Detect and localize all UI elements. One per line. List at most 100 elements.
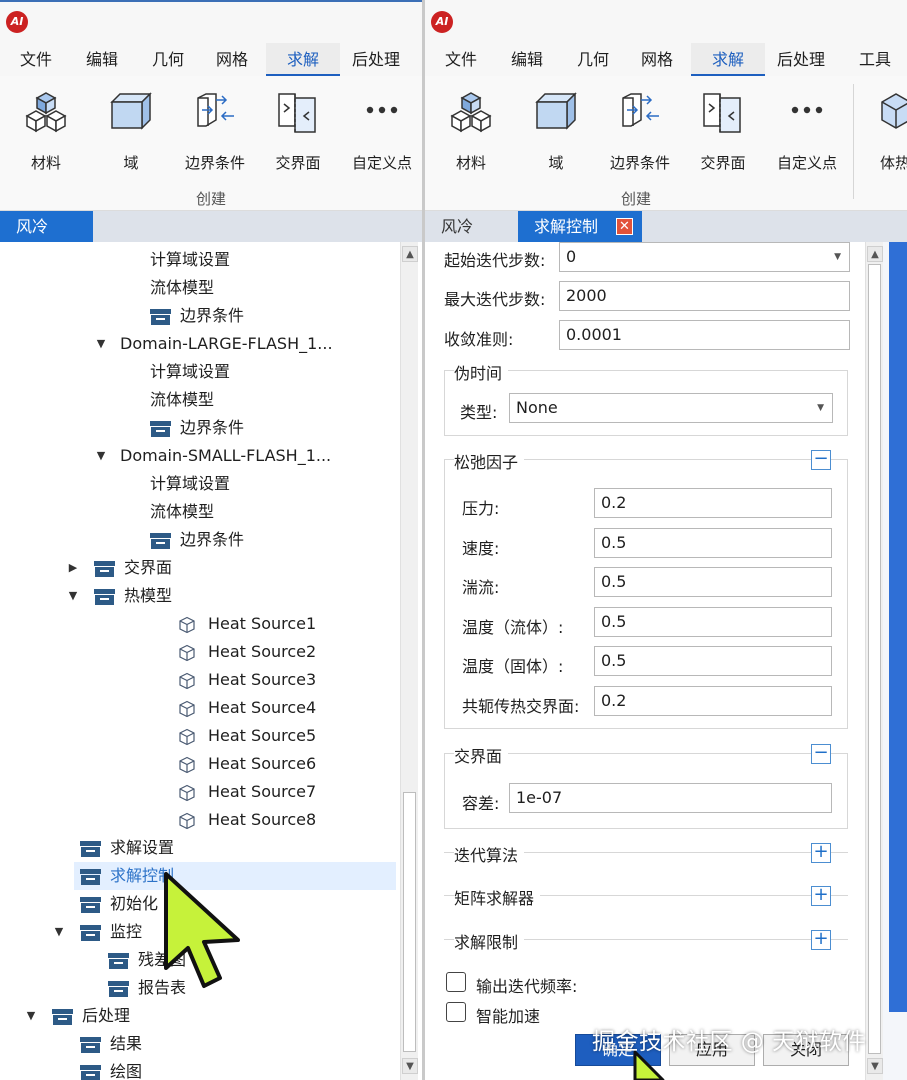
- relax-input[interactable]: 0.5: [594, 527, 832, 558]
- tree-item[interactable]: ▶ 交界面: [0, 554, 396, 582]
- relax-input[interactable]: 0.2: [594, 685, 832, 716]
- relax-label: 速度:: [462, 538, 500, 558]
- tree-item[interactable]: ▼ Domain-SMALL-FLASH_1...: [0, 442, 396, 470]
- menu-item-4[interactable]: 求解: [266, 43, 340, 76]
- smart-accel-label: 智能加速: [476, 1007, 541, 1026]
- title-bar: AI: [0, 0, 422, 38]
- box-icon: [80, 897, 101, 913]
- material-button[interactable]: 材料: [6, 86, 86, 176]
- domain-button[interactable]: 域: [516, 86, 596, 176]
- tab-close-icon[interactable]: ✕: [616, 218, 633, 235]
- menu-item-2[interactable]: 几何: [565, 43, 621, 76]
- max-step-input[interactable]: 2000: [559, 281, 850, 311]
- relax-input[interactable]: 0.5: [594, 646, 832, 676]
- expand-arrow-icon[interactable]: ▼: [52, 918, 66, 946]
- domain-button[interactable]: 域: [91, 86, 171, 176]
- menu-item-2[interactable]: 几何: [140, 43, 196, 76]
- menu-item-0[interactable]: 文件: [433, 43, 489, 76]
- tree-item[interactable]: Heat Source6: [0, 750, 396, 778]
- expand-arrow-icon[interactable]: ▼: [94, 442, 108, 470]
- boundary-condition-icon: [600, 90, 680, 130]
- tree-item[interactable]: 绘图: [0, 1058, 396, 1080]
- scroll-up-arrow-icon[interactable]: ▲: [867, 246, 883, 262]
- output-freq-checkbox[interactable]: [446, 972, 466, 992]
- scroll-up-arrow-icon[interactable]: ▲: [402, 246, 418, 262]
- ribbon-button-label: 材料: [30, 154, 61, 172]
- expand-solve-limit-icon[interactable]: +: [811, 930, 831, 950]
- tree-item[interactable]: 流体模型: [0, 386, 396, 414]
- converge-input[interactable]: 0.0001: [559, 320, 850, 350]
- expand-matrix-solver-icon[interactable]: +: [811, 886, 831, 906]
- material-button[interactable]: 材料: [431, 86, 511, 176]
- menu-item-3[interactable]: 网格: [204, 43, 260, 76]
- menu-item-4[interactable]: 求解: [691, 43, 765, 76]
- tolerance-input[interactable]: 1e-07: [509, 783, 832, 813]
- smart-accel-checkbox[interactable]: [446, 1002, 466, 1022]
- dropdown-arrow-icon: ▼: [834, 252, 841, 262]
- scroll-down-arrow-icon[interactable]: ▼: [867, 1058, 883, 1074]
- interface-button[interactable]: 交界面: [683, 86, 763, 176]
- relax-input[interactable]: 0.5: [594, 606, 832, 637]
- tree-item[interactable]: 流体模型: [0, 498, 396, 526]
- tree-item[interactable]: Heat Source2: [0, 638, 396, 666]
- menu-item-5[interactable]: 后处理: [338, 43, 414, 76]
- type-value: None: [516, 398, 558, 417]
- menu-item-5[interactable]: 后处理: [763, 43, 839, 76]
- tree-item[interactable]: Heat Source1: [0, 610, 396, 638]
- menu-item-1[interactable]: 编辑: [74, 43, 130, 76]
- tree-item[interactable]: 结果: [0, 1030, 396, 1058]
- interface-button[interactable]: 交界面: [258, 86, 338, 176]
- expand-arrow-icon[interactable]: ▼: [24, 1002, 38, 1030]
- matrix-solver-title[interactable]: 矩阵求解器: [454, 885, 541, 909]
- custom-point-button[interactable]: 自定义点: [342, 86, 422, 176]
- start-step-select[interactable]: 0 ▼: [559, 242, 850, 272]
- tab-air-cooling[interactable]: 风冷: [425, 211, 518, 242]
- box-icon: [108, 981, 129, 997]
- custom-point-button[interactable]: 自定义点: [767, 86, 847, 176]
- tree-item[interactable]: 计算域设置: [0, 470, 396, 498]
- volume-heat-button[interactable]: 体热: [855, 86, 907, 176]
- scroll-down-arrow-icon[interactable]: ▼: [402, 1058, 418, 1074]
- form-scrollbar[interactable]: ▲ ▼: [865, 242, 883, 1080]
- tab-strip: 风冷: [0, 211, 422, 242]
- app-logo-icon: AI: [6, 11, 28, 33]
- relax-input[interactable]: 0.2: [594, 488, 832, 518]
- tree-item-label: 边界条件: [180, 418, 245, 437]
- iter-algo-title[interactable]: 迭代算法: [454, 842, 525, 866]
- tree-item[interactable]: Heat Source4: [0, 694, 396, 722]
- boundary-condition-button[interactable]: 边界条件: [175, 86, 255, 176]
- scroll-thumb[interactable]: [403, 792, 416, 1052]
- tree-item[interactable]: 求解设置: [0, 834, 396, 862]
- menu-item-6[interactable]: 工具: [849, 43, 901, 76]
- tree-item[interactable]: Heat Source7: [0, 778, 396, 806]
- tree-item[interactable]: 边界条件: [0, 526, 396, 554]
- collapse-relax-icon[interactable]: −: [811, 450, 831, 470]
- tree-item[interactable]: Heat Source5: [0, 722, 396, 750]
- tree-item[interactable]: ▼ 后处理: [0, 1002, 396, 1030]
- type-select[interactable]: None ▼: [509, 393, 833, 423]
- tree-item[interactable]: 计算域设置: [0, 358, 396, 386]
- tree-item[interactable]: 计算域设置: [0, 246, 396, 274]
- tree-item[interactable]: Heat Source8: [0, 806, 396, 834]
- solve-limit-title[interactable]: 求解限制: [454, 929, 525, 953]
- tree-item[interactable]: 边界条件: [0, 414, 396, 442]
- menu-item-0[interactable]: 文件: [8, 43, 64, 76]
- tree-item[interactable]: 流体模型: [0, 274, 396, 302]
- box-icon: [52, 1009, 73, 1025]
- expand-iter-algo-icon[interactable]: +: [811, 843, 831, 863]
- expand-arrow-icon[interactable]: ▼: [66, 582, 80, 610]
- relax-input[interactable]: 0.5: [594, 567, 832, 597]
- tree-item[interactable]: Heat Source3: [0, 666, 396, 694]
- expand-arrow-icon[interactable]: ▼: [94, 330, 108, 358]
- collapse-arrow-icon[interactable]: ▶: [66, 554, 80, 582]
- collapse-interface-icon[interactable]: −: [811, 744, 831, 764]
- menu-item-1[interactable]: 编辑: [499, 43, 555, 76]
- tree-item[interactable]: 边界条件: [0, 302, 396, 330]
- tab-air-cooling[interactable]: 风冷: [0, 211, 93, 242]
- tree-item[interactable]: ▼ Domain-LARGE-FLASH_1...: [0, 330, 396, 358]
- boundary-condition-button[interactable]: 边界条件: [600, 86, 680, 176]
- menu-item-3[interactable]: 网格: [629, 43, 685, 76]
- tree-scrollbar[interactable]: ▲ ▼: [400, 242, 418, 1080]
- tree-item[interactable]: ▼ 热模型: [0, 582, 396, 610]
- scroll-thumb[interactable]: [868, 264, 881, 1054]
